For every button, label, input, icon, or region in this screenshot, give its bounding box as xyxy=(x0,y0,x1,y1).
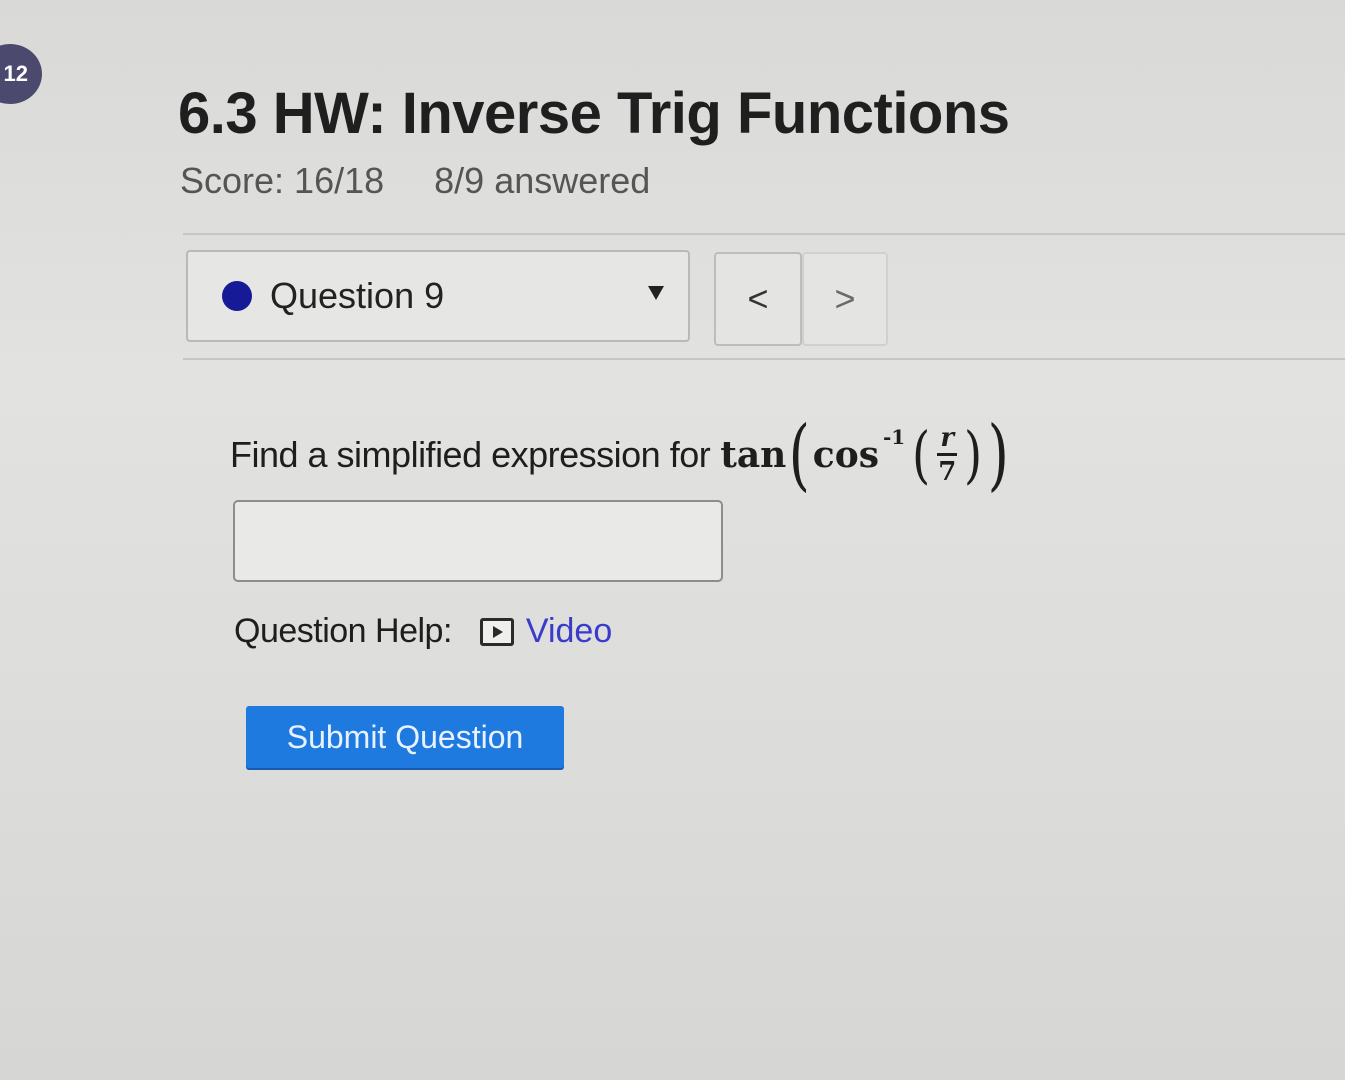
nav-bottom-divider xyxy=(183,358,1345,360)
math-exponent: -1 xyxy=(883,425,906,449)
nav-top-divider xyxy=(183,233,1345,235)
previous-question-button[interactable]: < xyxy=(714,252,802,346)
question-selector[interactable]: Question 9 xyxy=(186,250,690,342)
math-numerator: r xyxy=(937,425,958,456)
chevron-right-icon: > xyxy=(834,278,856,319)
caret-down-icon xyxy=(648,286,664,300)
math-expression: tan ( cos -1 ( r 7 ) ) xyxy=(720,416,1012,494)
next-question-button[interactable]: > xyxy=(802,252,888,346)
video-link-label: Video xyxy=(525,612,613,650)
assignment-title: 6.3 HW: Inverse Trig Functions xyxy=(178,81,1010,146)
video-play-icon xyxy=(479,617,514,646)
math-outer-function: tan xyxy=(720,434,787,476)
math-inner-function: cos xyxy=(812,434,879,476)
question-help-label: Question Help: xyxy=(234,612,452,650)
chevron-left-icon: < xyxy=(747,278,769,319)
math-close-paren: ) xyxy=(987,410,1010,500)
score-text: Score: 16/18 xyxy=(180,160,385,201)
question-prompt: Find a simplified expression for xyxy=(230,434,711,475)
math-inner-open-paren: ( xyxy=(912,418,931,491)
score-line: Score: 16/18 8/9 answered xyxy=(180,160,650,202)
question-number-badge: 12 xyxy=(0,44,42,104)
submit-question-button[interactable]: Submit Question xyxy=(246,706,564,768)
answer-input[interactable] xyxy=(233,500,723,582)
math-fraction: r 7 xyxy=(937,425,958,487)
video-help-link[interactable]: Video xyxy=(479,612,613,651)
answered-count: 8/9 answered xyxy=(434,160,651,201)
status-dot-icon xyxy=(222,281,252,311)
math-denominator: 7 xyxy=(938,457,957,487)
math-inner-close-paren: ) xyxy=(964,418,983,491)
math-open-paren: ( xyxy=(788,410,811,500)
question-statement: Find a simplified expression for tan ( c… xyxy=(230,405,1012,505)
question-help: Question Help: Video xyxy=(234,612,612,651)
selected-question-label: Question 9 xyxy=(270,275,445,316)
